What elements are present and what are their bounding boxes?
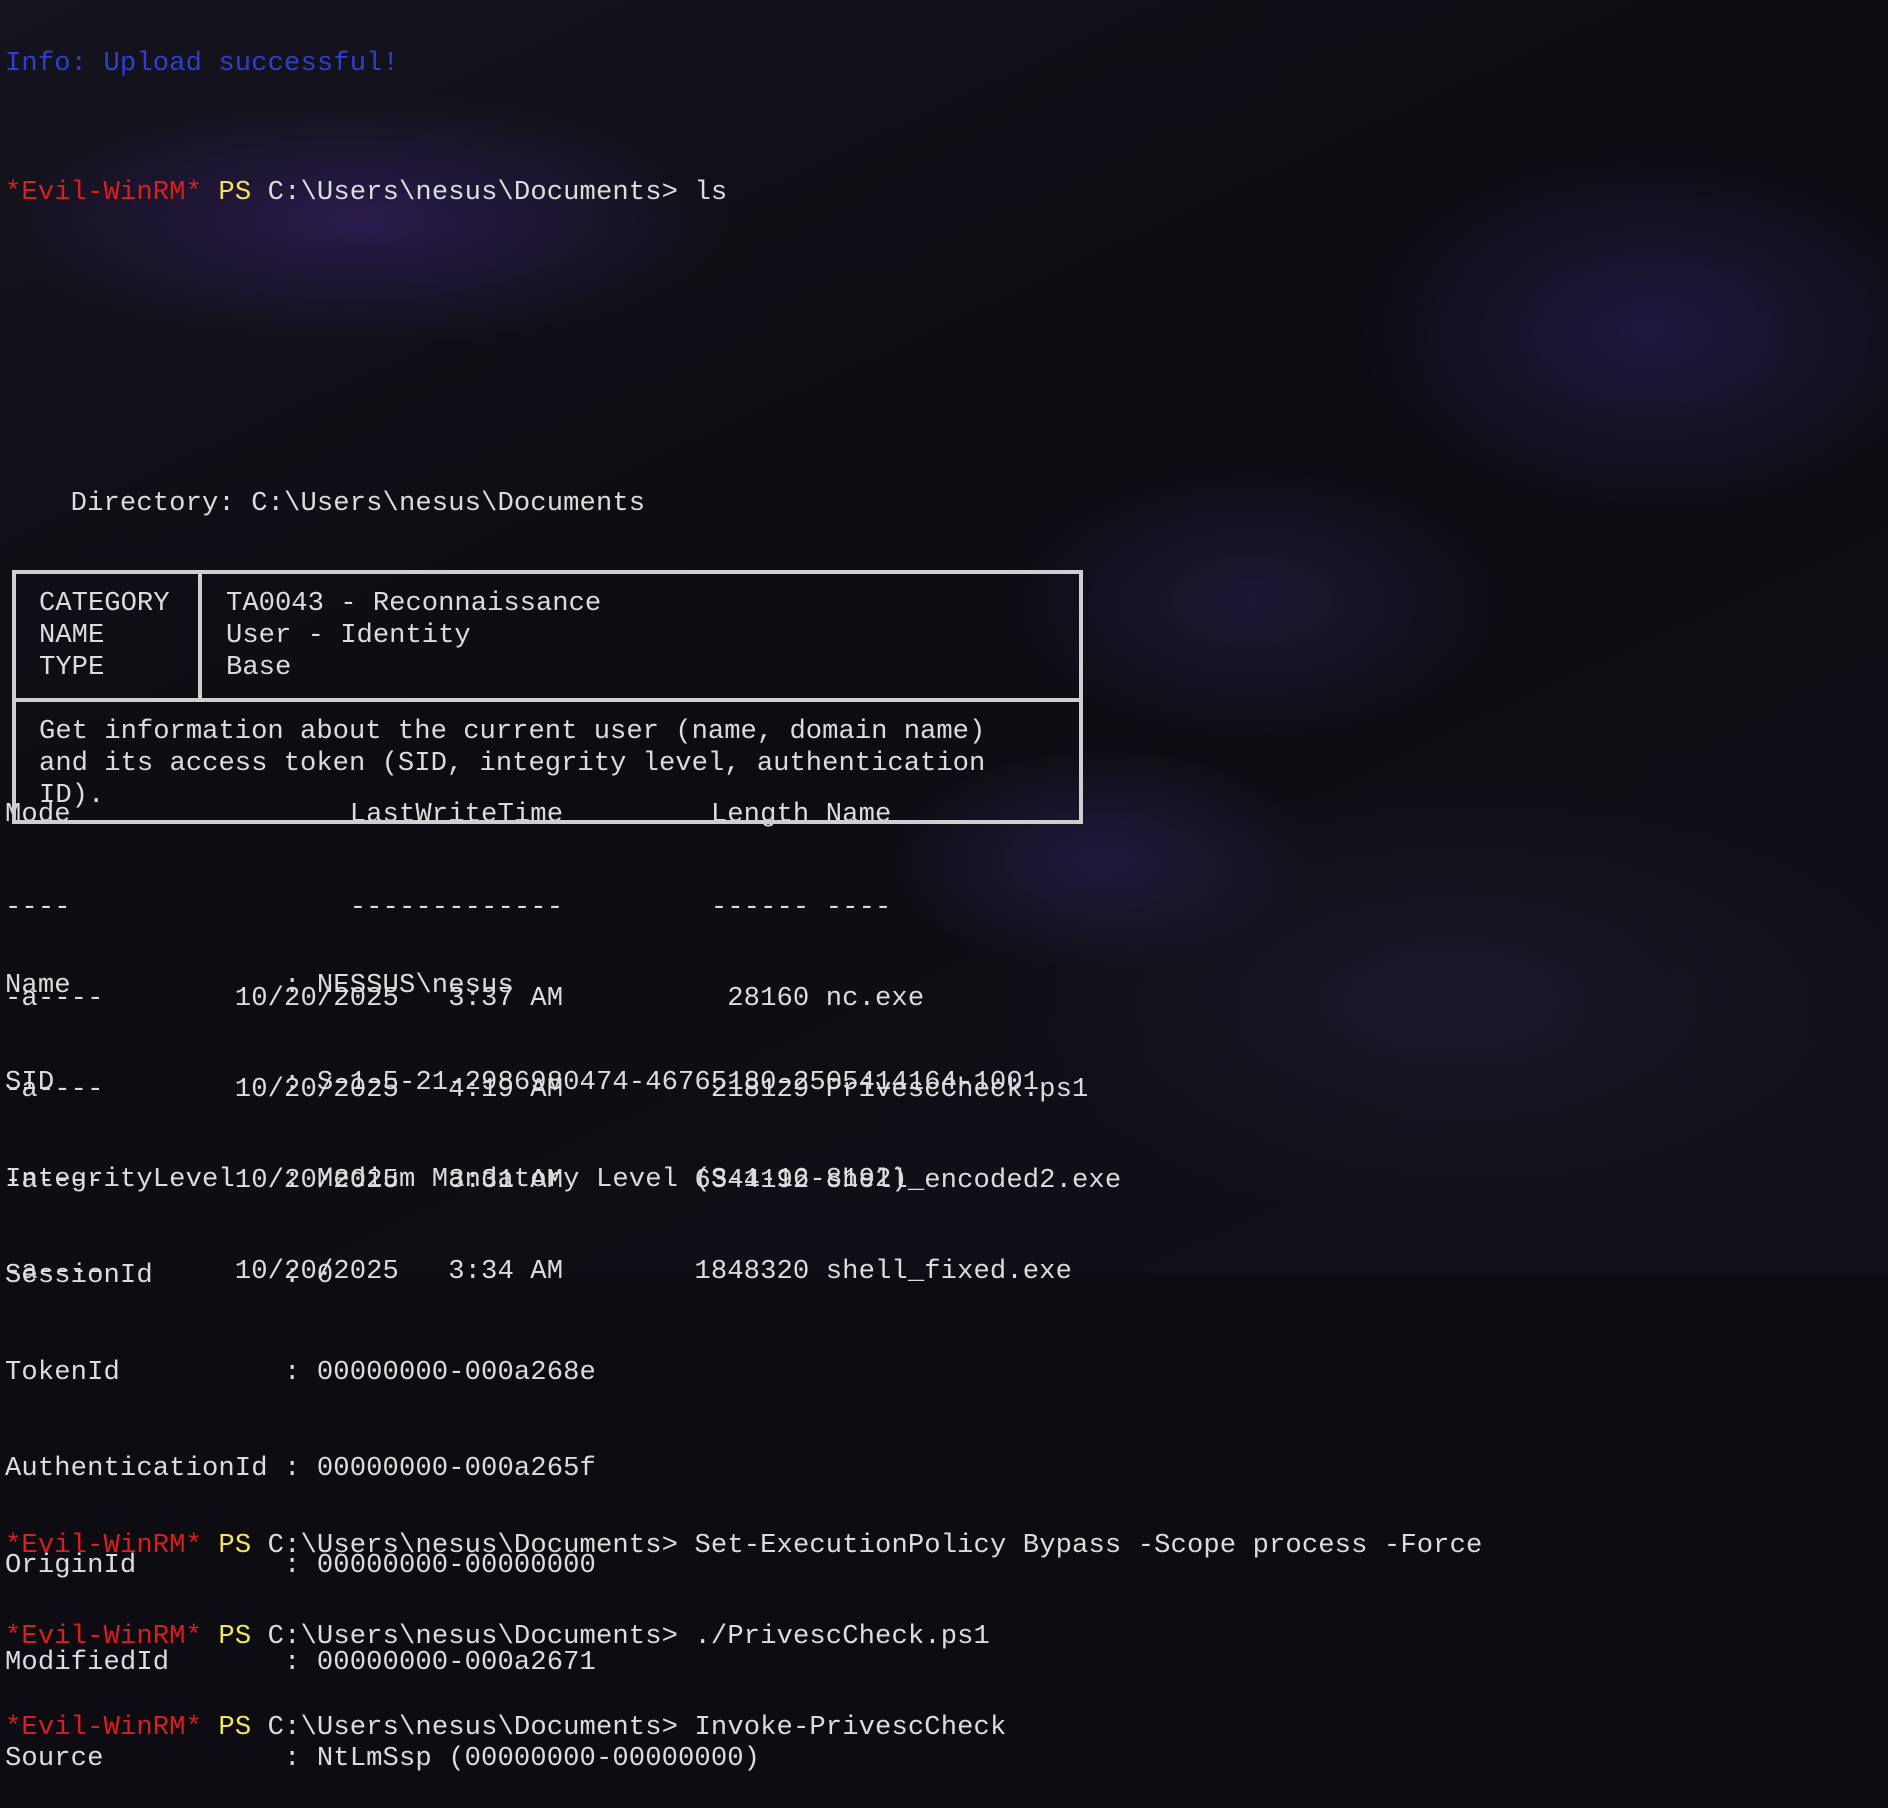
box-divider-vertical: [198, 574, 202, 698]
identity-line: AuthenticationId : 00000000-000a265f: [5, 1453, 596, 1485]
info-line: Info: Upload successful!: [5, 48, 399, 80]
directory-line: Directory: C:\Users\nesus\Documents: [5, 488, 646, 519]
identity-line: SID : S-1-5-21-2986980474-46765180-25054…: [5, 1067, 1040, 1098]
command-text: ls: [694, 177, 728, 209]
prompt-ps: PS: [218, 177, 252, 209]
identity-line: SessionId : 0: [5, 1260, 334, 1292]
identity-line: OriginId : 00000000-00000000: [5, 1549, 596, 1581]
identity-line: TokenId : 00000000-000a268e: [5, 1356, 596, 1388]
check-header: CATEGORY NAME TYPE TA0043 - Reconnaissance…: [16, 574, 1079, 698]
identity-line: Name : NESSUS\nesus: [5, 970, 514, 1002]
identity-line: ModifiedId : 00000000-000a2671: [5, 1646, 596, 1678]
check-values: TA0043 - Reconnaissance User - Identity Ba…: [226, 588, 602, 684]
prompt-path: C:\Users\nesus\Documents>: [267, 177, 679, 209]
check-description: Get information about the current user (…: [39, 716, 986, 812]
identity-line: Source : NtLmSsp (00000000-00000000): [5, 1743, 761, 1775]
box-divider-horizontal: [16, 698, 1079, 702]
check-keys: CATEGORY NAME TYPE: [39, 588, 170, 684]
identity-line: IntegrityLevel : Medium Mandatory Level …: [5, 1163, 908, 1195]
prompt-line-ls: *Evil-WinRM* PS C:\Users\nesus\Documents…: [5, 177, 1482, 209]
identity-output: Name : NESSUS\nesus SID : S-1-5-21-29869…: [5, 906, 1039, 1808]
privesc-check-box: CATEGORY NAME TYPE TA0043 - Reconnaissance…: [12, 570, 1083, 824]
prompt-shell: *Evil-WinRM*: [5, 177, 202, 209]
